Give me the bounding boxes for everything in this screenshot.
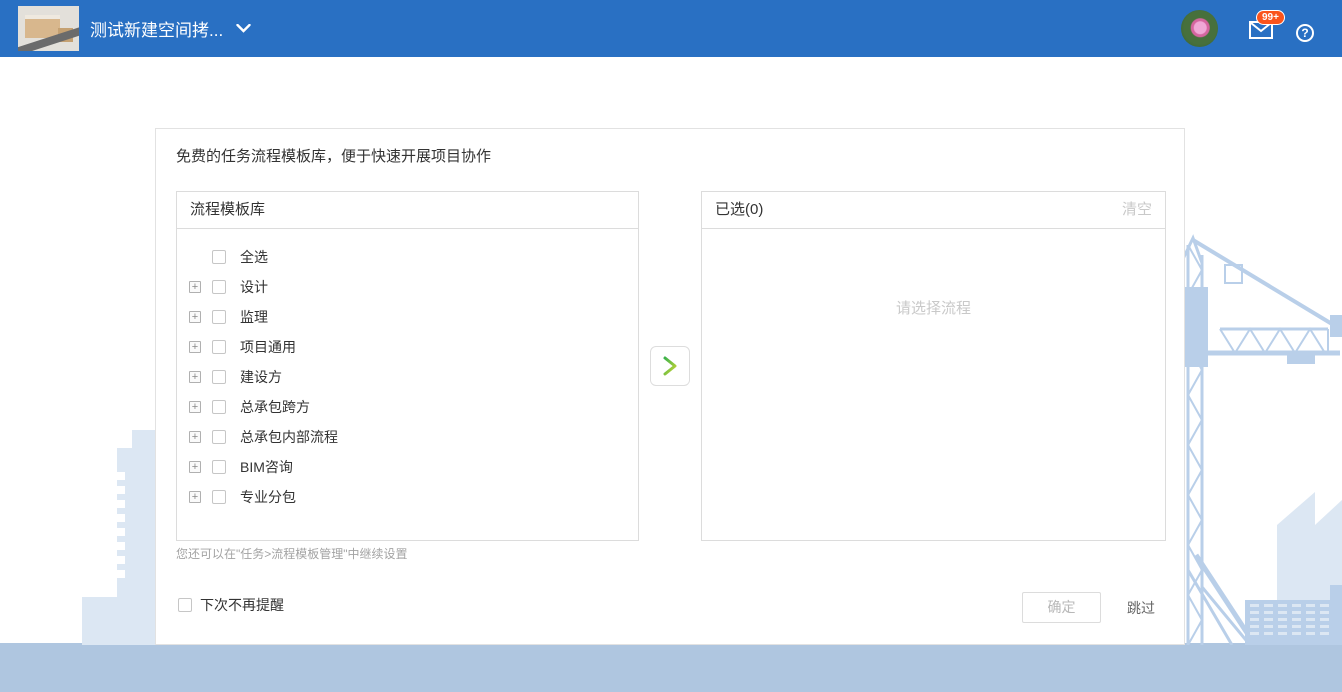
template-library-panel: 流程模板库 全选 + 设计 + 监理 bbox=[176, 191, 639, 541]
select-all-label[interactable]: 全选 bbox=[240, 247, 268, 267]
dialog-title: 免费的任务流程模板库，便于快速开展项目协作 bbox=[176, 145, 491, 166]
tree-row: + 总承包跨方 bbox=[177, 392, 638, 422]
tree-row: + 设计 bbox=[177, 272, 638, 302]
tree-row: + 监理 bbox=[177, 302, 638, 332]
item-checkbox[interactable] bbox=[212, 430, 226, 444]
expand-plus-icon[interactable]: + bbox=[189, 401, 201, 413]
tree-row: + 建设方 bbox=[177, 362, 638, 392]
expand-plus-icon[interactable]: + bbox=[189, 371, 201, 383]
tree-row: + BIM咨询 bbox=[177, 452, 638, 482]
tree-row-select-all: 全选 bbox=[177, 242, 638, 272]
clear-button[interactable]: 清空 bbox=[1122, 192, 1152, 228]
expand-plus-icon[interactable]: + bbox=[189, 431, 201, 443]
settings-hint: 您还可以在"任务>流程模板管理"中继续设置 bbox=[176, 545, 408, 562]
project-switcher[interactable]: 测试新建空间拷... bbox=[90, 0, 251, 57]
item-checkbox[interactable] bbox=[212, 400, 226, 414]
project-thumbnail[interactable] bbox=[18, 6, 79, 51]
expand-plus-icon[interactable]: + bbox=[189, 491, 201, 503]
tree-item-label[interactable]: 监理 bbox=[240, 307, 268, 327]
page: 测试新建空间拷... 99+ ? 免费的任务流程模板库，便于快速开展项目协作 流… bbox=[0, 0, 1342, 692]
template-library-dialog: 免费的任务流程模板库，便于快速开展项目协作 流程模板库 全选 + 设计 + bbox=[155, 128, 1185, 645]
tree-item-label[interactable]: 总承包跨方 bbox=[240, 397, 310, 417]
app-header: 测试新建空间拷... 99+ ? bbox=[0, 0, 1342, 57]
move-to-selected-button[interactable] bbox=[650, 346, 690, 386]
tree-item-label[interactable]: 专业分包 bbox=[240, 487, 296, 507]
expand-plus-icon[interactable]: + bbox=[189, 281, 201, 293]
messages-button[interactable]: 99+ bbox=[1249, 11, 1289, 45]
item-checkbox[interactable] bbox=[212, 460, 226, 474]
dont-remind-label[interactable]: 下次不再提醒 bbox=[200, 595, 284, 615]
left-building-silhouette bbox=[55, 425, 155, 645]
arrow-right-icon bbox=[661, 355, 679, 377]
selected-panel-header: 已选(0) 清空 bbox=[702, 192, 1165, 229]
item-checkbox[interactable] bbox=[212, 280, 226, 294]
library-panel-header: 流程模板库 bbox=[177, 192, 638, 229]
expand-plus-icon[interactable]: + bbox=[189, 461, 201, 473]
item-checkbox[interactable] bbox=[212, 310, 226, 324]
confirm-button[interactable]: 确定 bbox=[1022, 592, 1101, 623]
dont-remind-checkbox[interactable] bbox=[178, 598, 192, 612]
item-checkbox[interactable] bbox=[212, 490, 226, 504]
item-checkbox[interactable] bbox=[212, 370, 226, 384]
tree-item-label[interactable]: 项目通用 bbox=[240, 337, 296, 357]
tree-row: + 总承包内部流程 bbox=[177, 422, 638, 452]
expand-plus-icon[interactable]: + bbox=[189, 341, 201, 353]
dont-remind-row: 下次不再提醒 bbox=[178, 595, 284, 615]
skip-button[interactable]: 跳过 bbox=[1127, 598, 1155, 618]
item-checkbox[interactable] bbox=[212, 340, 226, 354]
expand-plus-icon[interactable]: + bbox=[189, 311, 201, 323]
tree-item-label[interactable]: 建设方 bbox=[240, 367, 282, 387]
user-avatar[interactable] bbox=[1181, 10, 1218, 47]
tree-row: + 项目通用 bbox=[177, 332, 638, 362]
empty-placeholder: 请选择流程 bbox=[702, 297, 1165, 318]
selected-panel-title: 已选(0) bbox=[715, 192, 763, 228]
bottom-band-decoration bbox=[0, 643, 1342, 692]
tree-item-label[interactable]: BIM咨询 bbox=[240, 457, 293, 477]
chevron-down-icon bbox=[236, 24, 251, 33]
tree-row: + 专业分包 bbox=[177, 482, 638, 512]
library-panel-title: 流程模板库 bbox=[190, 192, 265, 228]
template-tree: 全选 + 设计 + 监理 + 项目通用 + bbox=[177, 229, 638, 512]
project-title: 测试新建空间拷... bbox=[90, 16, 223, 41]
crane-and-factory-silhouette bbox=[1180, 225, 1342, 645]
select-all-checkbox[interactable] bbox=[212, 250, 226, 264]
selected-panel: 已选(0) 清空 请选择流程 bbox=[701, 191, 1166, 541]
tree-item-label[interactable]: 总承包内部流程 bbox=[240, 427, 338, 447]
help-icon[interactable]: ? bbox=[1296, 24, 1314, 42]
notification-badge: 99+ bbox=[1256, 10, 1285, 25]
tree-item-label[interactable]: 设计 bbox=[240, 277, 268, 297]
